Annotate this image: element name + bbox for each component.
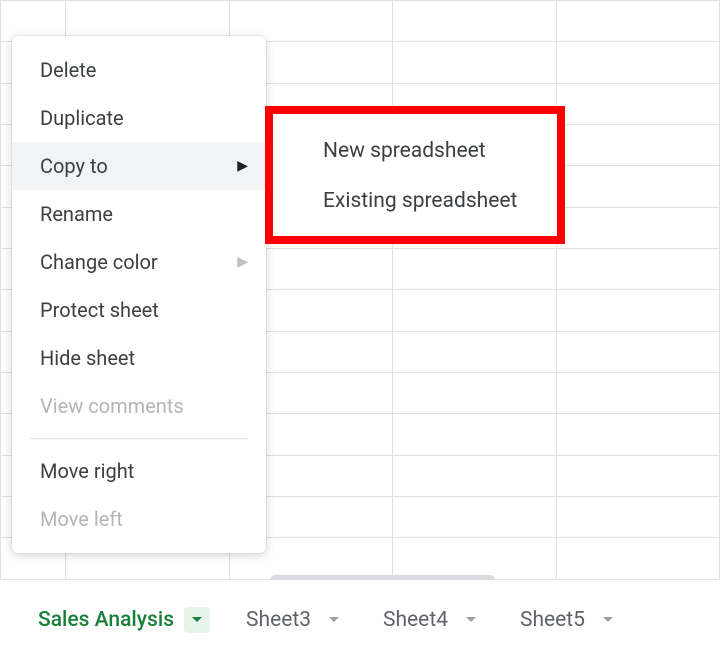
menu-duplicate-label: Duplicate bbox=[40, 106, 124, 130]
tab-label: Sales Analysis bbox=[38, 608, 174, 632]
menu-protect-sheet[interactable]: Protect sheet bbox=[12, 286, 266, 334]
submenu-new-spreadsheet[interactable]: New spreadsheet bbox=[265, 126, 565, 176]
menu-change-color[interactable]: Change color ▶ bbox=[12, 238, 266, 286]
tab-dropdown-icon[interactable] bbox=[321, 607, 347, 633]
submenu-existing-spreadsheet-label: Existing spreadsheet bbox=[323, 189, 517, 213]
tab-dropdown-icon[interactable] bbox=[595, 607, 621, 633]
menu-change-color-label: Change color bbox=[40, 250, 158, 274]
menu-separator bbox=[30, 438, 248, 439]
menu-duplicate[interactable]: Duplicate bbox=[12, 94, 266, 142]
menu-rename-label: Rename bbox=[40, 202, 113, 226]
menu-view-comments-label: View comments bbox=[40, 394, 184, 418]
tab-sheet3[interactable]: Sheet3 bbox=[228, 591, 365, 649]
menu-hide-sheet[interactable]: Hide sheet bbox=[12, 334, 266, 382]
tab-sheet4[interactable]: Sheet4 bbox=[365, 591, 502, 649]
tab-dropdown-icon[interactable] bbox=[458, 607, 484, 633]
tab-dropdown-icon[interactable] bbox=[184, 607, 210, 633]
menu-rename[interactable]: Rename bbox=[12, 190, 266, 238]
tab-sheet5[interactable]: Sheet5 bbox=[502, 591, 639, 649]
menu-delete[interactable]: Delete bbox=[12, 46, 266, 94]
tab-label: Sheet3 bbox=[246, 608, 311, 632]
submenu-arrow-icon: ▶ bbox=[237, 158, 248, 174]
menu-move-left: Move left bbox=[12, 495, 266, 543]
menu-delete-label: Delete bbox=[40, 58, 96, 82]
submenu-existing-spreadsheet[interactable]: Existing spreadsheet bbox=[265, 176, 565, 226]
menu-copy-to-label: Copy to bbox=[40, 154, 108, 178]
sheet-context-menu: Delete Duplicate Copy to ▶ Rename Change… bbox=[12, 36, 266, 553]
menu-hide-sheet-label: Hide sheet bbox=[40, 346, 135, 370]
menu-protect-sheet-label: Protect sheet bbox=[40, 298, 159, 322]
tab-sales-analysis[interactable]: Sales Analysis bbox=[20, 591, 228, 649]
submenu-new-spreadsheet-label: New spreadsheet bbox=[323, 139, 486, 163]
tab-label: Sheet5 bbox=[520, 608, 585, 632]
sheet-tab-bar: Sales Analysis Sheet3 Sheet4 Sheet5 bbox=[0, 580, 720, 660]
menu-move-left-label: Move left bbox=[40, 507, 123, 531]
submenu-arrow-icon: ▶ bbox=[237, 254, 248, 270]
menu-move-right-label: Move right bbox=[40, 459, 134, 483]
menu-move-right[interactable]: Move right bbox=[12, 447, 266, 495]
menu-view-comments: View comments bbox=[12, 382, 266, 430]
copy-to-submenu: New spreadsheet Existing spreadsheet bbox=[265, 108, 565, 244]
menu-copy-to[interactable]: Copy to ▶ bbox=[12, 142, 266, 190]
tab-label: Sheet4 bbox=[383, 608, 448, 632]
